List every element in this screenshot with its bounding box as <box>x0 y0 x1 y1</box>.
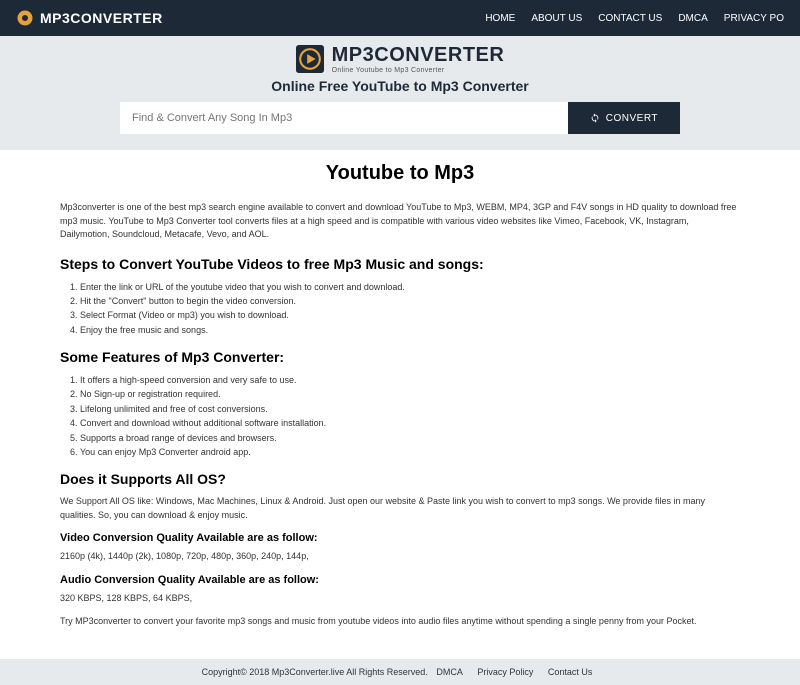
video-quality-heading: Video Conversion Quality Available are a… <box>60 532 740 544</box>
top-navigation: MP3CONVERTER HOME ABOUT US CONTACT US DM… <box>0 0 800 36</box>
nav-brand[interactable]: MP3CONVERTER <box>16 9 163 27</box>
copyright-text: Copyright© 2018 Mp3Converter.live All Ri… <box>202 667 428 677</box>
list-item: Convert and download without additional … <box>80 416 740 430</box>
nav-link-home[interactable]: HOME <box>485 13 515 24</box>
footer-link-privacy[interactable]: Privacy Policy <box>477 667 533 677</box>
convert-button[interactable]: CONVERT <box>568 102 680 134</box>
gear-icon <box>16 9 34 27</box>
list-item: You can enjoy Mp3 Converter android app. <box>80 445 740 459</box>
nav-links: HOME ABOUT US CONTACT US DMCA PRIVACY PO <box>485 13 784 24</box>
hero-logo-main: MP3CONVERTER <box>332 44 505 67</box>
main-content: Youtube to Mp3 Mp3converter is one of th… <box>40 150 760 659</box>
search-input[interactable] <box>120 102 568 134</box>
os-text: We Support All OS like: Windows, Mac Mac… <box>60 495 740 522</box>
list-item: Enter the link or URL of the youtube vid… <box>80 280 740 294</box>
os-heading: Does it Supports All OS? <box>60 471 740 487</box>
footer-link-dmca[interactable]: DMCA <box>436 667 463 677</box>
audio-quality-text: 320 KBPS, 128 KBPS, 64 KBPS, <box>60 592 740 606</box>
list-item: Supports a broad range of devices and br… <box>80 431 740 445</box>
nav-link-privacy[interactable]: PRIVACY PO <box>724 13 784 24</box>
footer: Copyright© 2018 Mp3Converter.live All Ri… <box>0 659 800 685</box>
video-quality-text: 2160p (4k), 1440p (2k), 1080p, 720p, 480… <box>60 550 740 564</box>
closing-text: Try MP3converter to convert your favorit… <box>60 615 740 629</box>
convert-button-label: CONVERT <box>606 113 658 124</box>
list-item: It offers a high-speed conversion and ve… <box>80 373 740 387</box>
list-item: Lifelong unlimited and free of cost conv… <box>80 402 740 416</box>
nav-link-contact[interactable]: CONTACT US <box>598 13 662 24</box>
hero-section: MP3CONVERTER Online Youtube to Mp3 Conve… <box>0 36 800 150</box>
features-list: It offers a high-speed conversion and ve… <box>60 373 740 459</box>
audio-quality-heading: Audio Conversion Quality Available are a… <box>60 574 740 586</box>
nav-brand-text: MP3CONVERTER <box>40 10 163 26</box>
list-item: Hit the "Convert" button to begin the vi… <box>80 294 740 308</box>
list-item: No Sign-up or registration required. <box>80 387 740 401</box>
steps-heading: Steps to Convert YouTube Videos to free … <box>60 256 740 272</box>
list-item: Enjoy the free music and songs. <box>80 323 740 337</box>
hero-title: Online Free YouTube to Mp3 Converter <box>0 78 800 94</box>
hero-logo-sub: Online Youtube to Mp3 Converter <box>332 67 505 74</box>
footer-link-contact[interactable]: Contact Us <box>548 667 593 677</box>
search-row: CONVERT <box>120 102 680 134</box>
features-heading: Some Features of Mp3 Converter: <box>60 349 740 365</box>
nav-link-dmca[interactable]: DMCA <box>678 13 707 24</box>
list-item: Select Format (Video or mp3) you wish to… <box>80 308 740 322</box>
hero-logo: MP3CONVERTER Online Youtube to Mp3 Conve… <box>296 44 505 74</box>
nav-link-about[interactable]: ABOUT US <box>531 13 582 24</box>
main-heading: Youtube to Mp3 <box>60 162 740 185</box>
convert-icon <box>590 113 600 123</box>
steps-list: Enter the link or URL of the youtube vid… <box>60 280 740 338</box>
gear-icon <box>296 45 324 73</box>
intro-text: Mp3converter is one of the best mp3 sear… <box>60 201 740 242</box>
